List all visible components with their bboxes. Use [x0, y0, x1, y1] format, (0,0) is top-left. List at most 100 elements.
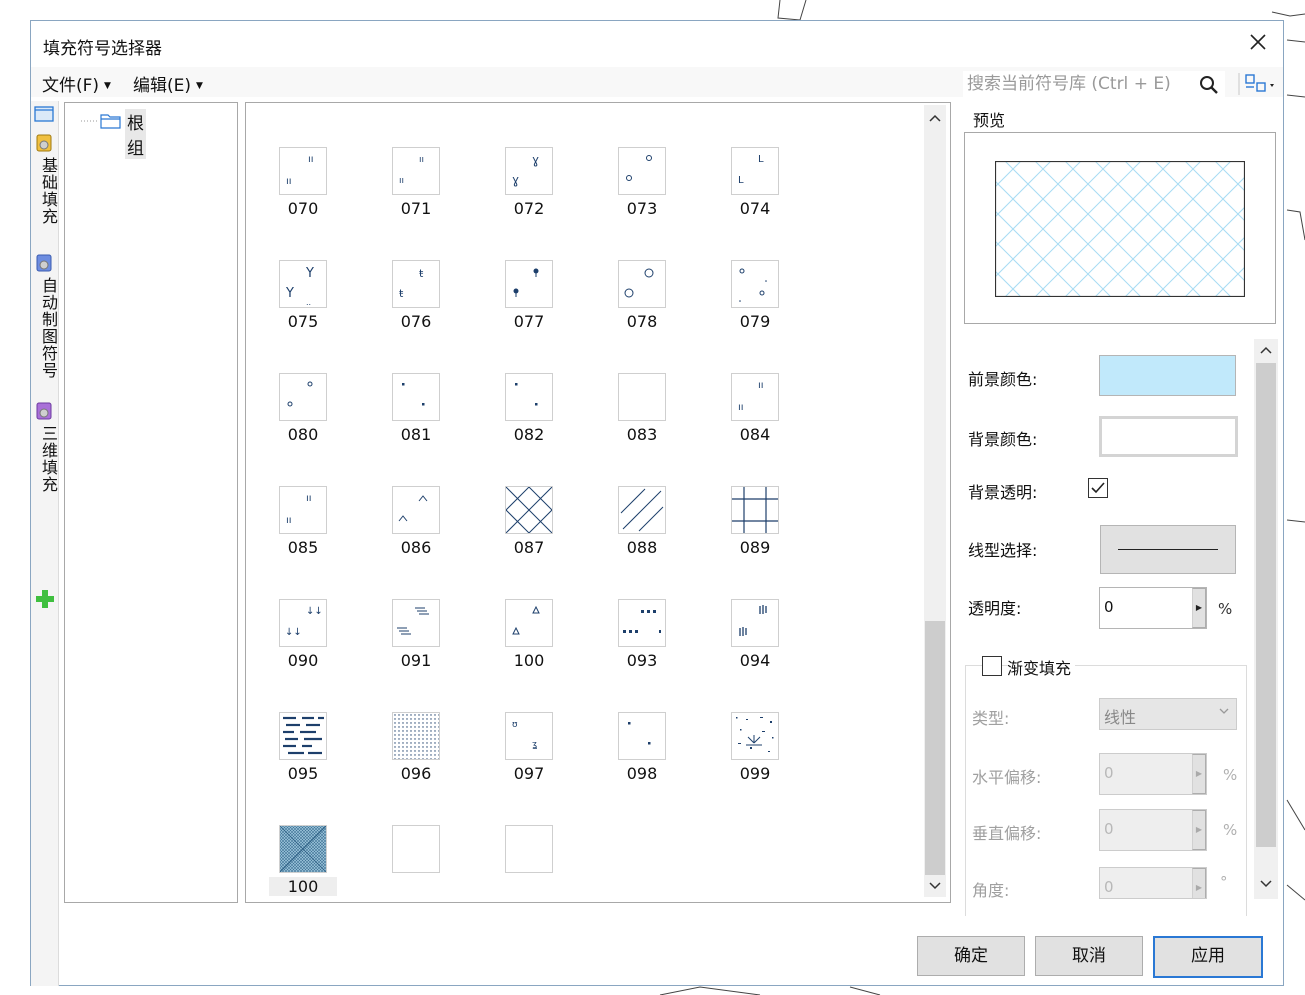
symbol-item[interactable]: 099 [731, 712, 779, 784]
blank-icon [619, 374, 665, 420]
cancel-button[interactable]: 取消 [1035, 936, 1143, 976]
chevron-down-icon: ▼ [196, 81, 203, 91]
symbol-item[interactable]: 088 [618, 486, 666, 558]
spin-arrow-icon[interactable]: ▶ [1192, 754, 1206, 794]
symbol-item[interactable]: 100 [505, 599, 553, 671]
search-icon[interactable] [1199, 75, 1219, 95]
symbol-item[interactable]: ıı ıı 070 [279, 147, 327, 219]
ok-button[interactable]: 确定 [917, 936, 1025, 976]
symbol-thumbnail: ʊʓ [505, 712, 553, 760]
grass-tuft-icon: ɣɣ [512, 153, 539, 187]
symbol-item[interactable]: 091 [392, 599, 440, 671]
tab-3d-fill[interactable]: 三维填充 [33, 401, 58, 493]
symbol-number: 094 [739, 651, 771, 670]
scroll-down-icon[interactable] [928, 879, 942, 893]
chevron-down-icon [1219, 708, 1229, 714]
scrollbar-thumb[interactable] [925, 621, 945, 875]
symbol-number: 070 [287, 199, 319, 218]
fg-color-swatch[interactable] [1099, 355, 1236, 396]
symbol-number: 100 [513, 651, 545, 670]
menu-edit[interactable]: 编辑(E) ▼ [133, 71, 203, 96]
symbol-grid-scrollbar[interactable] [924, 105, 946, 897]
fill-library-icon [36, 402, 52, 420]
symbol-item[interactable]: L L 074 [731, 147, 779, 219]
symbol-grid: ıı ıı 070 ıı ıı 071 ɣ ɣ 072 073 L L 074 Y Y.. 075 ŧ ŧ 076 0… [245, 102, 951, 903]
v-offset-label: 垂直偏移: [972, 824, 1042, 843]
scroll-up-icon[interactable] [1259, 343, 1273, 357]
double-ticks-icon: ıı ıı [286, 493, 312, 526]
symbol-item[interactable]: 095 [279, 712, 327, 784]
symbol-item[interactable] [505, 825, 553, 897]
small-glyphs-icon: ʊʓ [512, 720, 537, 750]
symbol-item[interactable]: 087 [505, 486, 553, 558]
svg-text:ʓ: ʓ [532, 740, 537, 750]
scroll-up-icon[interactable] [928, 111, 942, 125]
scroll-down-icon[interactable] [1259, 877, 1273, 891]
add-library-icon[interactable] [35, 589, 55, 609]
properties-scrollbar[interactable] [1254, 339, 1278, 899]
symbol-item[interactable]: 077 [505, 260, 553, 332]
symbol-item[interactable]: ŧ ŧ 076 [392, 260, 440, 332]
h-offset-spinner[interactable]: 0 ▶ [1099, 753, 1207, 795]
symbol-item[interactable]: Y Y.. 075 [279, 260, 327, 332]
symbol-item[interactable] [392, 825, 440, 897]
spin-arrow-icon[interactable]: ▶ [1192, 868, 1206, 898]
symbol-thumbnail [618, 599, 666, 647]
symbol-item[interactable]: 083 [618, 373, 666, 445]
close-icon[interactable] [1247, 31, 1269, 53]
v-offset-spinner[interactable]: 0 ▶ [1099, 809, 1207, 851]
bg-transparent-checkbox[interactable] [1088, 478, 1108, 498]
symbol-item[interactable]: ıı ıı 084 [731, 373, 779, 445]
svg-text:ıı: ıı [286, 176, 292, 187]
search-input[interactable] [963, 71, 1201, 97]
angle-spinner[interactable]: 0 ▶ [1099, 867, 1207, 899]
symbol-item[interactable]: 080 [279, 373, 327, 445]
svg-text:ʊ: ʊ [512, 720, 518, 730]
symbol-item[interactable]: ʊ ʓ 097 [505, 712, 553, 784]
svg-text:ıı: ıı [399, 176, 404, 186]
symbol-item[interactable]: 081 [392, 373, 440, 445]
diagonal-lines-icon [620, 488, 664, 532]
opacity-spinner[interactable]: 0 ▶ [1099, 587, 1207, 629]
symbol-item[interactable]: 098 [618, 712, 666, 784]
tab-basic-fill[interactable]: 基础填充 [33, 133, 58, 225]
symbol-item[interactable]: 079 [731, 260, 779, 332]
gradient-type-select[interactable]: 线性 [1099, 698, 1237, 730]
view-mode-icon[interactable] [1237, 71, 1277, 97]
symbol-item[interactable]: ɣ ɣ 072 [505, 147, 553, 219]
symbol-number: 072 [513, 199, 545, 218]
symbol-item[interactable]: ıı ıı 085 [279, 486, 327, 558]
bg-color-swatch[interactable] [1099, 416, 1238, 457]
gradient-checkbox[interactable] [982, 656, 1002, 676]
spin-arrow-icon[interactable]: ▶ [1192, 588, 1206, 628]
y-mark-icon: YY.. [285, 266, 314, 307]
folder-icon[interactable] [34, 104, 54, 122]
library-tab-strip: 基础填充 自动制图符号 三维填充 [31, 101, 59, 986]
symbol-item[interactable]: 082 [505, 373, 553, 445]
small-ring-icon [287, 381, 313, 407]
fill-library-icon [36, 254, 52, 272]
symbol-item[interactable]: 094 [731, 599, 779, 671]
menu-file-label: 文件(F) [42, 76, 100, 96]
symbol-item[interactable]: 100 [269, 825, 337, 897]
spin-arrow-icon[interactable]: ▶ [1192, 810, 1206, 850]
tab-auto-mapping[interactable]: 自动制图符号 [33, 253, 58, 379]
h-offset-value: 0 [1104, 764, 1114, 782]
scrollbar-thumb[interactable] [1256, 363, 1276, 847]
symbol-number: 078 [626, 312, 658, 331]
preview-frame [964, 132, 1276, 324]
symbol-item[interactable]: 078 [618, 260, 666, 332]
symbol-item[interactable]: 073 [618, 147, 666, 219]
symbol-item[interactable]: ıı ıı 071 [392, 147, 440, 219]
symbol-item[interactable]: 096 [392, 712, 440, 784]
symbol-item[interactable]: 086 [392, 486, 440, 558]
grid-lines-icon [732, 487, 778, 533]
symbol-item[interactable]: 089 [731, 486, 779, 558]
symbol-item[interactable]: ↓↓ ↓↓ 090 [279, 599, 327, 671]
symbol-item[interactable]: 093 [618, 599, 666, 671]
tab-3d-fill-label: 三维填充 [39, 425, 58, 493]
line-type-button[interactable] [1100, 525, 1236, 574]
menu-file[interactable]: 文件(F) ▼ [42, 71, 111, 96]
apply-button[interactable]: 应用 [1153, 936, 1263, 978]
symbol-thumbnail [279, 712, 327, 760]
